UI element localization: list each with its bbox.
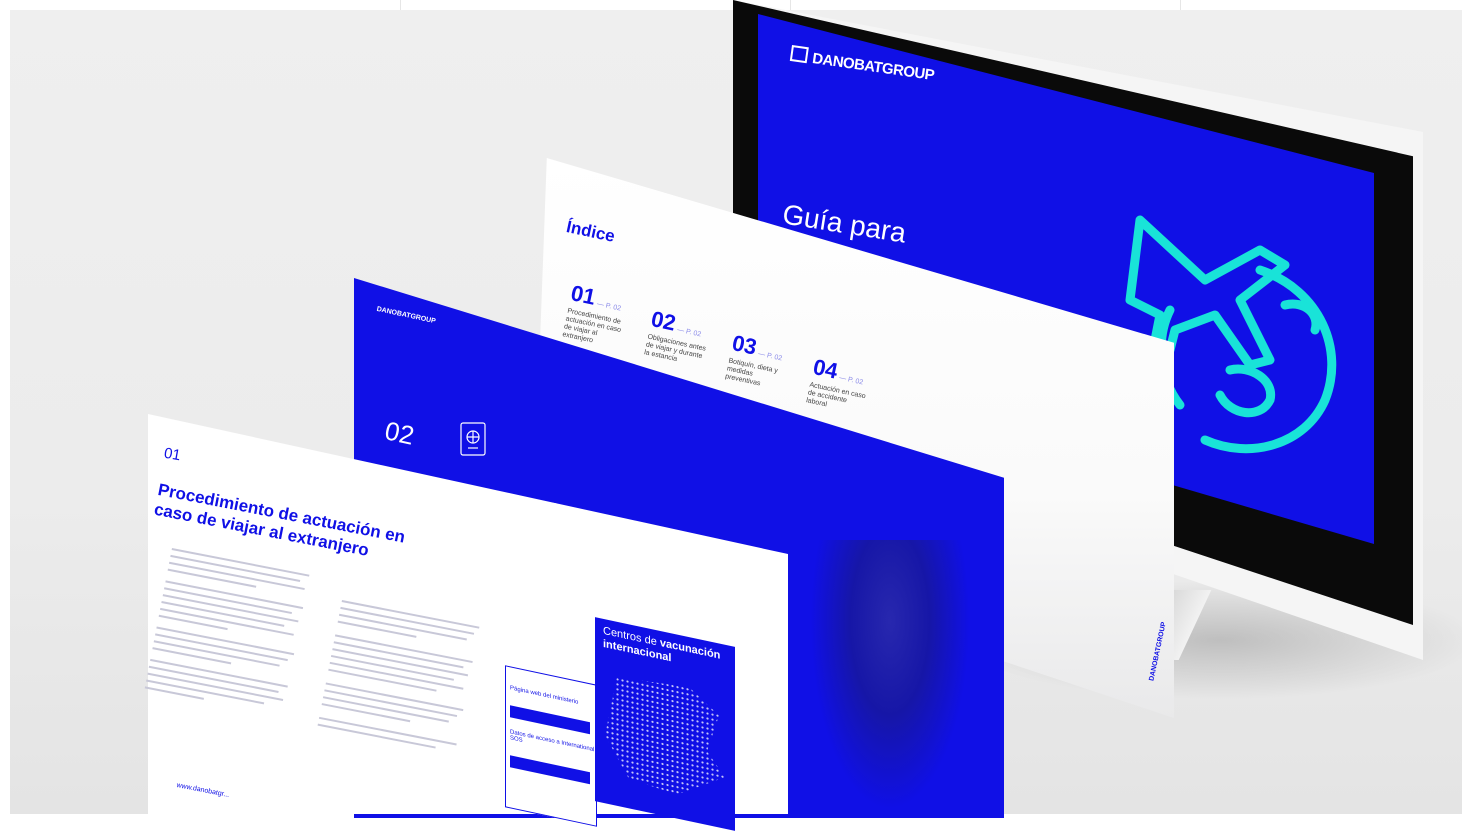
index-item-page: — P. 02 [838, 374, 864, 387]
index-item-number: 01 [568, 280, 598, 310]
index-item: 01— P. 02 Procedimiento de actuación en … [561, 280, 634, 352]
doc-text-column-right [317, 600, 490, 759]
doc-number: 01 [162, 444, 183, 465]
vaccination-title-bold: vacunación internacional [603, 636, 721, 665]
index-item-number: 04 [810, 354, 841, 384]
doc-text-column-left [144, 548, 319, 722]
passport-icon [460, 422, 486, 456]
contact-form-card: Página web del ministerio Datos de acces… [505, 665, 597, 827]
danobat-logo-icon [789, 45, 809, 64]
spain-dot-map [605, 669, 725, 805]
index-item-page: — P. 02 [676, 326, 702, 339]
index-item-page: — P. 02 [757, 350, 783, 363]
vaccination-card: Centros de vacunación internacional [595, 617, 735, 831]
form-label-sos: Datos de acceso a International SOS [510, 729, 595, 754]
index-item-page: — P. 02 [596, 300, 622, 313]
index-item-number: 03 [729, 330, 760, 360]
form-button-web [510, 705, 590, 735]
traveler-photo [810, 540, 970, 810]
form-label-web: Página web del ministerio [510, 685, 579, 706]
index-item-number: 02 [648, 306, 679, 336]
form-button-sos [510, 755, 590, 785]
